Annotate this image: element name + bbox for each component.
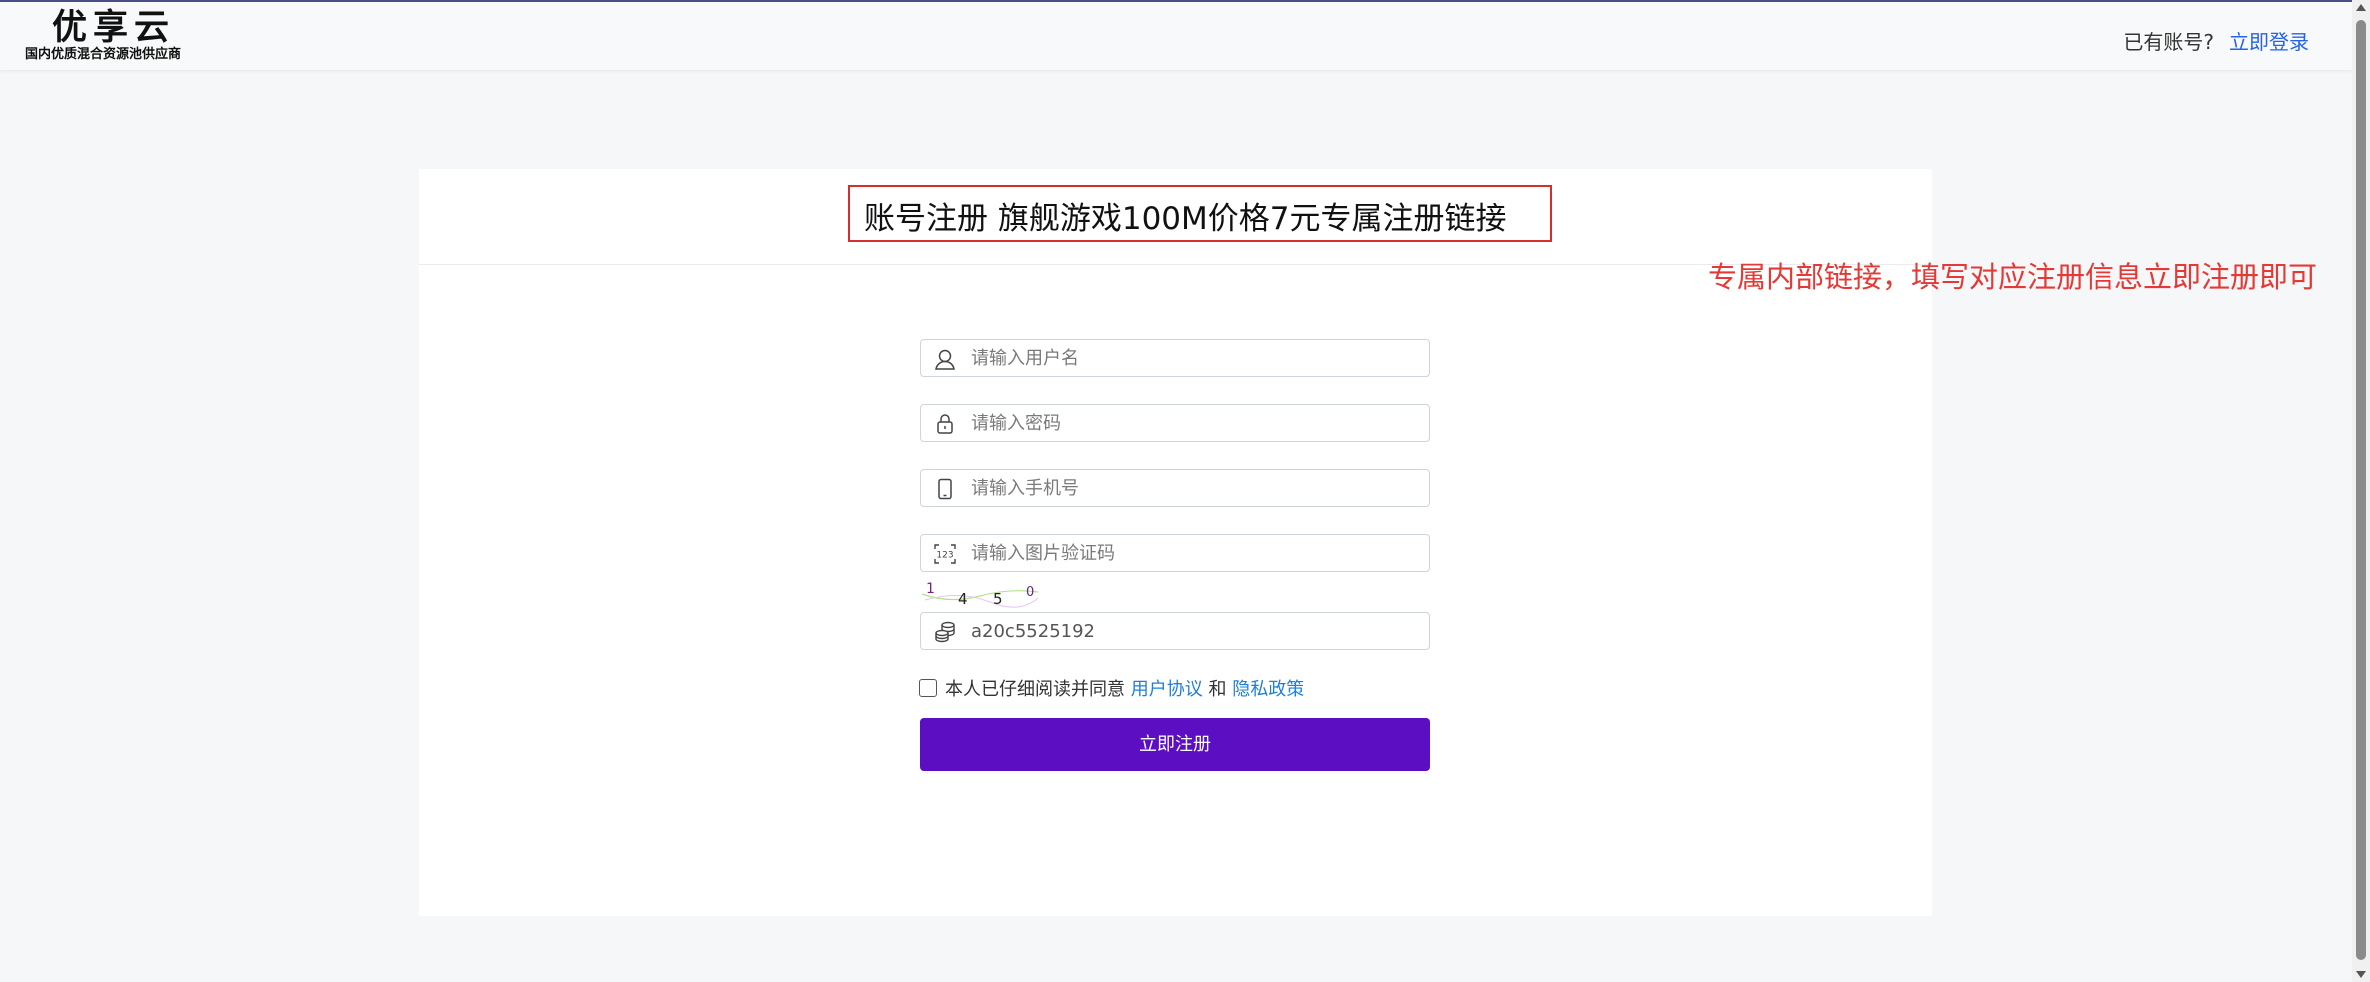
phone-field[interactable] xyxy=(920,469,1430,507)
svg-text:123: 123 xyxy=(936,551,953,561)
scroll-down-arrow-icon[interactable] xyxy=(2356,971,2366,978)
scrollbar-thumb[interactable] xyxy=(2356,20,2366,960)
vertical-scrollbar[interactable] xyxy=(2352,0,2370,982)
agreement-checkbox[interactable] xyxy=(919,679,937,697)
captcha-image[interactable]: 1 4 5 0 xyxy=(920,580,1040,608)
agreement-row: 本人已仔细阅读并同意 用户协议 和 隐私政策 xyxy=(919,676,1304,704)
user-agreement-link[interactable]: 用户协议 xyxy=(1131,679,1203,700)
coins-icon xyxy=(935,621,955,643)
agreement-and-text: 和 xyxy=(1208,679,1227,700)
password-input[interactable] xyxy=(971,405,1421,441)
privacy-policy-link[interactable]: 隐私政策 xyxy=(1232,679,1304,700)
invite-code-field[interactable] xyxy=(920,612,1430,650)
have-account-text: 已有账号? xyxy=(2123,30,2214,54)
lock-icon xyxy=(937,414,953,434)
card-divider xyxy=(419,264,1932,265)
agreement-text: 本人已仔细阅读并同意 xyxy=(945,679,1125,700)
captcha-field[interactable]: 123 xyxy=(920,534,1430,572)
logo-title[interactable]: 优享云 xyxy=(52,6,175,50)
password-field[interactable] xyxy=(920,404,1430,442)
captcha-char-3: 5 xyxy=(993,590,1003,608)
top-navbar: 优享云 国内优质混合资源池供应商 已有账号? 立即登录 xyxy=(0,2,2352,70)
phone-input[interactable] xyxy=(971,470,1421,506)
captcha-char-2: 4 xyxy=(958,590,968,608)
captcha-char-1: 1 xyxy=(926,581,935,597)
username-input[interactable] xyxy=(971,340,1421,376)
captcha-char-4: 0 xyxy=(1026,585,1034,600)
annotation-note: 专属内部链接，填写对应注册信息立即注册即可 xyxy=(1708,260,2318,294)
register-button[interactable]: 立即注册 xyxy=(920,718,1430,771)
captcha-123-icon: 123 xyxy=(934,544,956,564)
mobile-phone-icon xyxy=(938,478,952,500)
user-icon xyxy=(935,349,955,370)
login-link[interactable]: 立即登录 xyxy=(2229,29,2309,55)
scroll-up-arrow-icon[interactable] xyxy=(2356,4,2366,11)
captcha-input[interactable] xyxy=(971,535,1421,571)
logo-subtitle: 国内优质混合资源池供应商 xyxy=(25,47,182,62)
invite-code-input[interactable] xyxy=(971,613,1421,649)
username-field[interactable] xyxy=(920,339,1430,377)
page-title: 账号注册 旗舰游戏100M价格7元专属注册链接 xyxy=(864,201,1507,237)
